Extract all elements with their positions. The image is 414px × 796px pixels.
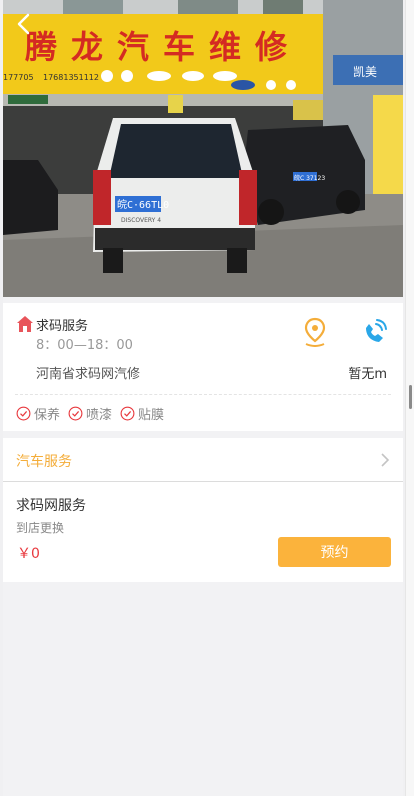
svg-text:177705: 177705 [3,73,34,82]
divider [15,394,391,395]
page: 凯美 腾龙汽车维修 177705 17681351112 皖C 37123 皖C… [3,0,403,796]
shop-home-icon [16,315,34,333]
scrollbar-thumb[interactable] [409,385,412,409]
svg-text:DISCOVERY 4: DISCOVERY 4 [121,217,161,224]
service-name: 求码网服务 [16,498,86,514]
check-circle-icon [68,406,83,421]
check-circle-icon [120,406,135,421]
shop-photo: 凯美 腾龙汽车维修 177705 17681351112 皖C 37123 皖C… [3,0,403,297]
service-item: 求码网服务 到店更换 ￥0 预约 [3,482,403,582]
book-button[interactable]: 预约 [278,537,391,567]
check-circle-icon [16,406,31,421]
service-tags: 保养 喷漆 贴膜 [16,404,164,423]
service-price: ￥0 [17,546,40,562]
back-icon[interactable] [13,12,37,36]
tag-label: 保养 [34,408,61,423]
svg-text:皖C·66TL0: 皖C·66TL0 [117,198,169,211]
location-pin-icon[interactable] [303,317,327,347]
shop-distance: 暂无m [348,367,387,382]
chevron-right-icon [380,452,390,468]
sign-text: 腾龙汽车维修 [25,28,301,66]
tag-item: 保养 [16,404,60,423]
svg-text:17681351112: 17681351112 [43,73,99,82]
shop-info-card: 求码服务 8：00—18：00 河南省求码网汽修 暂无m 保养 喷漆 贴膜 [3,303,403,431]
phone-icon[interactable] [361,318,389,346]
tag-label: 贴膜 [138,408,165,423]
car-service-header[interactable]: 汽车服务 [3,438,403,482]
tag-label: 喷漆 [86,408,113,423]
shop-name: 求码服务 [36,319,89,334]
svg-text:凯美: 凯美 [353,65,377,79]
svg-text:皖C 37123: 皖C 37123 [294,174,325,182]
tag-item: 贴膜 [120,404,164,423]
shop-hours: 8：00—18：00 [36,338,133,353]
service-desc: 到店更换 [16,521,65,535]
tag-item: 喷漆 [68,404,112,423]
section-title: 汽车服务 [16,454,72,470]
shop-address: 河南省求码网汽修 [36,367,141,382]
scrollbar[interactable] [405,0,414,796]
